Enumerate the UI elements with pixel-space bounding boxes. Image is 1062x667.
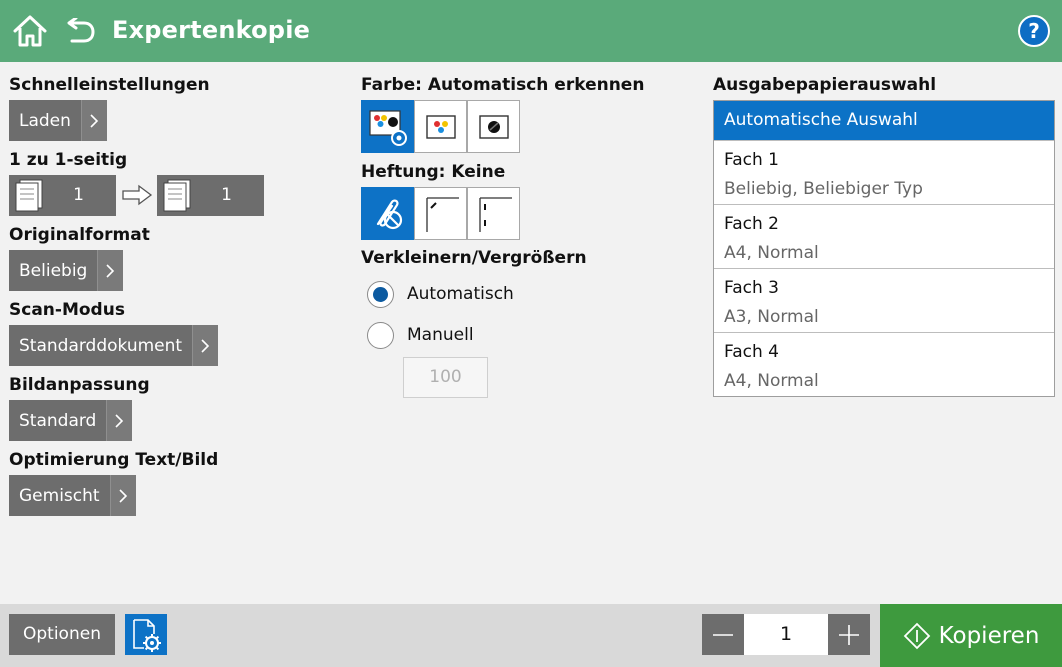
- staple-corner-icon: [425, 196, 459, 232]
- output-sides-button[interactable]: 1: [157, 175, 264, 216]
- options-button[interactable]: Optionen: [9, 614, 115, 655]
- optimize-button[interactable]: Gemischt: [9, 475, 136, 516]
- no-staple-icon: [376, 198, 402, 229]
- start-diamond-icon: [903, 622, 930, 649]
- resize-auto-radio[interactable]: [367, 281, 394, 308]
- input-sides-count: 1: [73, 185, 84, 205]
- document-stack-icon: [163, 179, 191, 212]
- decrement-button[interactable]: [702, 614, 744, 655]
- chevron-right-icon: [106, 400, 133, 441]
- chevron-right-icon: [80, 100, 107, 141]
- output-sides-count: 1: [221, 185, 232, 205]
- original-format-button[interactable]: Beliebig: [9, 250, 124, 291]
- tray-name: Fach 1: [724, 150, 779, 170]
- original-format-value: Beliebig: [19, 260, 88, 281]
- tray-3-option[interactable]: Fach 3 A3, Normal: [714, 268, 1054, 332]
- resize-manual-label: Manuell: [407, 325, 474, 345]
- resize-label: Verkleinern/Vergrößern: [361, 248, 587, 268]
- copy-button-label: Kopieren: [938, 622, 1040, 649]
- document-stack-icon: [15, 179, 43, 212]
- staple-label: Heftung: Keine: [361, 162, 506, 182]
- tray-4-option[interactable]: Fach 4 A4, Normal: [714, 332, 1054, 396]
- increment-button[interactable]: [828, 614, 870, 655]
- tray-name: Fach 3: [724, 278, 779, 298]
- optimize-label: Optimierung Text/Bild: [9, 450, 219, 470]
- back-arrow-icon[interactable]: [66, 18, 96, 44]
- tray-description: Beliebig, Beliebiger Typ: [724, 179, 923, 199]
- plus-icon: [839, 624, 859, 645]
- job-settings-button[interactable]: [125, 614, 167, 655]
- page-title: Expertenkopie: [112, 16, 311, 44]
- help-button[interactable]: ?: [1018, 15, 1050, 47]
- input-sides-button[interactable]: 1: [9, 175, 116, 216]
- black-white-option[interactable]: [467, 100, 520, 153]
- paper-select-label: Ausgabepapierauswahl: [713, 75, 937, 95]
- tray-description: A4, Normal: [724, 371, 819, 391]
- scan-mode-label: Scan-Modus: [9, 300, 125, 320]
- original-format-label: Originalformat: [9, 225, 150, 245]
- black-white-icon: [478, 114, 509, 139]
- minus-icon: [713, 633, 733, 636]
- color-auto-option[interactable]: [361, 100, 414, 153]
- scan-mode-value: Standarddokument: [19, 335, 183, 356]
- home-icon[interactable]: [12, 14, 48, 48]
- color-icon: [425, 114, 456, 139]
- copies-count-input[interactable]: 1: [744, 614, 828, 655]
- tray-1-option[interactable]: Fach 1 Beliebig, Beliebiger Typ: [714, 140, 1054, 204]
- image-adjust-button[interactable]: Standard: [9, 400, 133, 441]
- resize-percent-input[interactable]: 100: [403, 357, 488, 398]
- tray-description: A4, Normal: [724, 243, 819, 263]
- sides-label: 1 zu 1-seitig: [9, 150, 128, 170]
- load-button-label: Laden: [19, 110, 71, 131]
- quick-settings-label: Schnelleinstellungen: [9, 75, 210, 95]
- tray-name: Fach 2: [724, 214, 779, 234]
- staple-side-icon: [478, 196, 512, 232]
- copies-stepper: 1: [702, 614, 870, 655]
- tray-name: Fach 4: [724, 342, 779, 362]
- staple-corner-option[interactable]: [414, 187, 467, 240]
- color-auto-icon: [368, 109, 407, 146]
- arrow-right-icon: [122, 184, 153, 206]
- image-adjust-label: Bildanpassung: [9, 375, 150, 395]
- paper-tray-list: Automatische Auswahl Fach 1 Beliebig, Be…: [713, 100, 1055, 397]
- optimize-value: Gemischt: [19, 485, 100, 506]
- color-label: Farbe: Automatisch erkennen: [361, 75, 645, 95]
- staple-side-option[interactable]: [467, 187, 520, 240]
- chevron-right-icon: [97, 250, 124, 291]
- paper-auto-option[interactable]: Automatische Auswahl: [714, 101, 1054, 140]
- header-bar: Expertenkopie ?: [0, 0, 1062, 62]
- resize-manual-radio[interactable]: [367, 322, 394, 349]
- image-adjust-value: Standard: [19, 410, 97, 431]
- chevron-right-icon: [109, 475, 136, 516]
- no-staple-option[interactable]: [361, 187, 414, 240]
- color-option[interactable]: [414, 100, 467, 153]
- scan-mode-button[interactable]: Standarddokument: [9, 325, 219, 366]
- resize-auto-label: Automatisch: [407, 284, 514, 304]
- document-settings-icon: [133, 618, 161, 652]
- tray-description: A3, Normal: [724, 307, 819, 327]
- chevron-right-icon: [192, 325, 219, 366]
- start-copy-button[interactable]: Kopieren: [880, 604, 1062, 667]
- paper-auto-label: Automatische Auswahl: [724, 110, 918, 130]
- tray-2-option[interactable]: Fach 2 A4, Normal: [714, 204, 1054, 268]
- load-quick-settings-button[interactable]: Laden: [9, 100, 107, 141]
